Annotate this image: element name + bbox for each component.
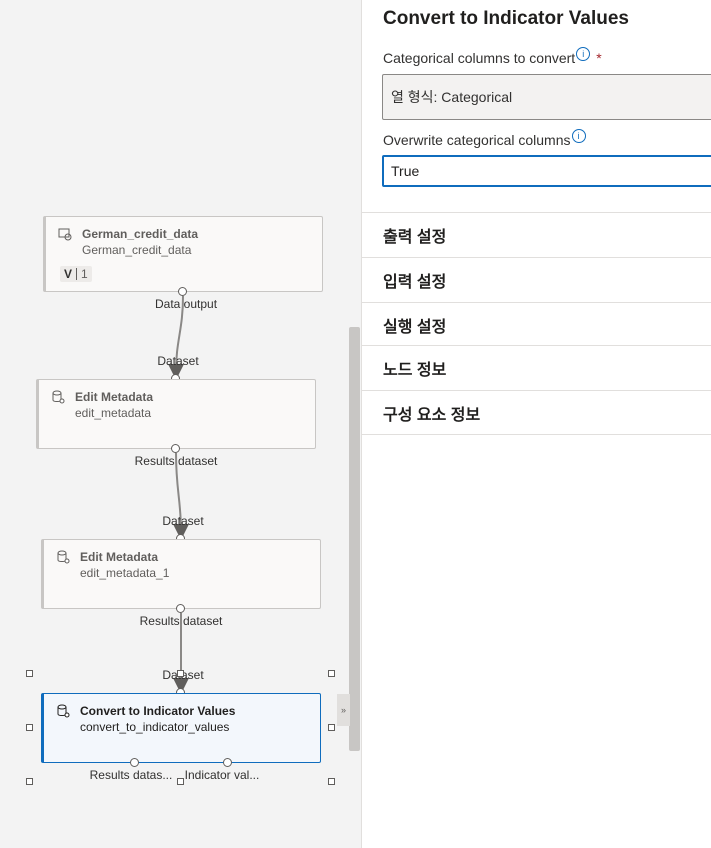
- required-marker: *: [596, 50, 602, 66]
- port-edit1-output[interactable]: [171, 444, 180, 453]
- port-label: Results datas...: [89, 768, 173, 782]
- selection-handle[interactable]: [328, 670, 335, 677]
- node-subtitle: edit_metadata_1: [80, 566, 170, 580]
- node-subtitle: German_credit_data: [82, 243, 192, 257]
- section-component-info[interactable]: 구성 요소 정보: [362, 390, 711, 435]
- version-label: V: [64, 267, 73, 281]
- component-icon: [51, 390, 65, 404]
- field-label-text: Categorical columns to convert: [383, 50, 576, 66]
- section-run-settings[interactable]: 실행 설정: [362, 302, 711, 347]
- port-label: Results dataset: [134, 454, 218, 468]
- panel-title: Convert to Indicator Values: [383, 8, 629, 29]
- selection-handle[interactable]: [328, 724, 335, 731]
- node-edit-metadata-1[interactable]: Edit Metadata edit_metadata_1: [41, 539, 321, 609]
- dataset-icon: [58, 227, 72, 241]
- categorical-columns-field[interactable]: 열 형식: Categorical: [382, 74, 711, 120]
- section-input-settings[interactable]: 입력 설정: [362, 257, 711, 302]
- selection-handle[interactable]: [26, 724, 33, 731]
- properties-panel: Convert to Indicator Values Categorical …: [361, 0, 711, 848]
- port-label: Data output: [154, 297, 218, 311]
- port-german-output[interactable]: [178, 287, 187, 296]
- collapse-panel-button[interactable]: »: [337, 694, 350, 726]
- node-german-credit-data[interactable]: German_credit_data German_credit_data V …: [43, 216, 323, 292]
- port-label: Results dataset: [139, 614, 223, 628]
- version-badge: V 1: [60, 266, 92, 282]
- node-title: Edit Metadata: [80, 550, 159, 564]
- port-label: Dataset: [162, 514, 204, 528]
- pipeline-canvas[interactable]: German_credit_data German_credit_data V …: [0, 0, 361, 848]
- info-icon[interactable]: i: [576, 47, 591, 61]
- node-subtitle: convert_to_indicator_values: [80, 720, 230, 734]
- info-icon[interactable]: i: [571, 129, 586, 143]
- node-title: German_credit_data: [82, 227, 199, 241]
- field-label: Categorical columns to convert i *: [383, 47, 602, 66]
- port-label: Indicator val...: [184, 768, 260, 782]
- component-icon: [56, 704, 70, 718]
- node-subtitle: edit_metadata: [75, 406, 152, 420]
- node-convert-to-indicator-values[interactable]: Convert to Indicator Values convert_to_i…: [41, 693, 321, 763]
- port-convert-output-results[interactable]: [130, 758, 139, 767]
- section-output-settings[interactable]: 출력 설정: [362, 212, 711, 257]
- component-icon: [56, 550, 70, 564]
- overwrite-columns-select[interactable]: True: [382, 155, 711, 187]
- section-node-info[interactable]: 노드 정보: [362, 345, 711, 390]
- collapse-icon: »: [340, 705, 346, 715]
- node-title: Edit Metadata: [75, 390, 154, 404]
- canvas-scrollbar[interactable]: [349, 327, 360, 751]
- selection-handle[interactable]: [26, 778, 33, 785]
- field-label-text: Overwrite categorical columns: [383, 132, 571, 148]
- version-number: 1: [81, 267, 88, 281]
- port-edit2-output[interactable]: [176, 604, 185, 613]
- field-label: Overwrite categorical columns i: [383, 129, 586, 148]
- selection-handle[interactable]: [328, 778, 335, 785]
- selection-handle[interactable]: [26, 670, 33, 677]
- port-label: Dataset: [157, 354, 199, 368]
- selection-handle[interactable]: [177, 778, 184, 785]
- node-title: Convert to Indicator Values: [80, 704, 236, 718]
- node-edit-metadata[interactable]: Edit Metadata edit_metadata: [36, 379, 316, 449]
- selection-handle[interactable]: [177, 670, 184, 677]
- port-convert-output-indicator[interactable]: [223, 758, 232, 767]
